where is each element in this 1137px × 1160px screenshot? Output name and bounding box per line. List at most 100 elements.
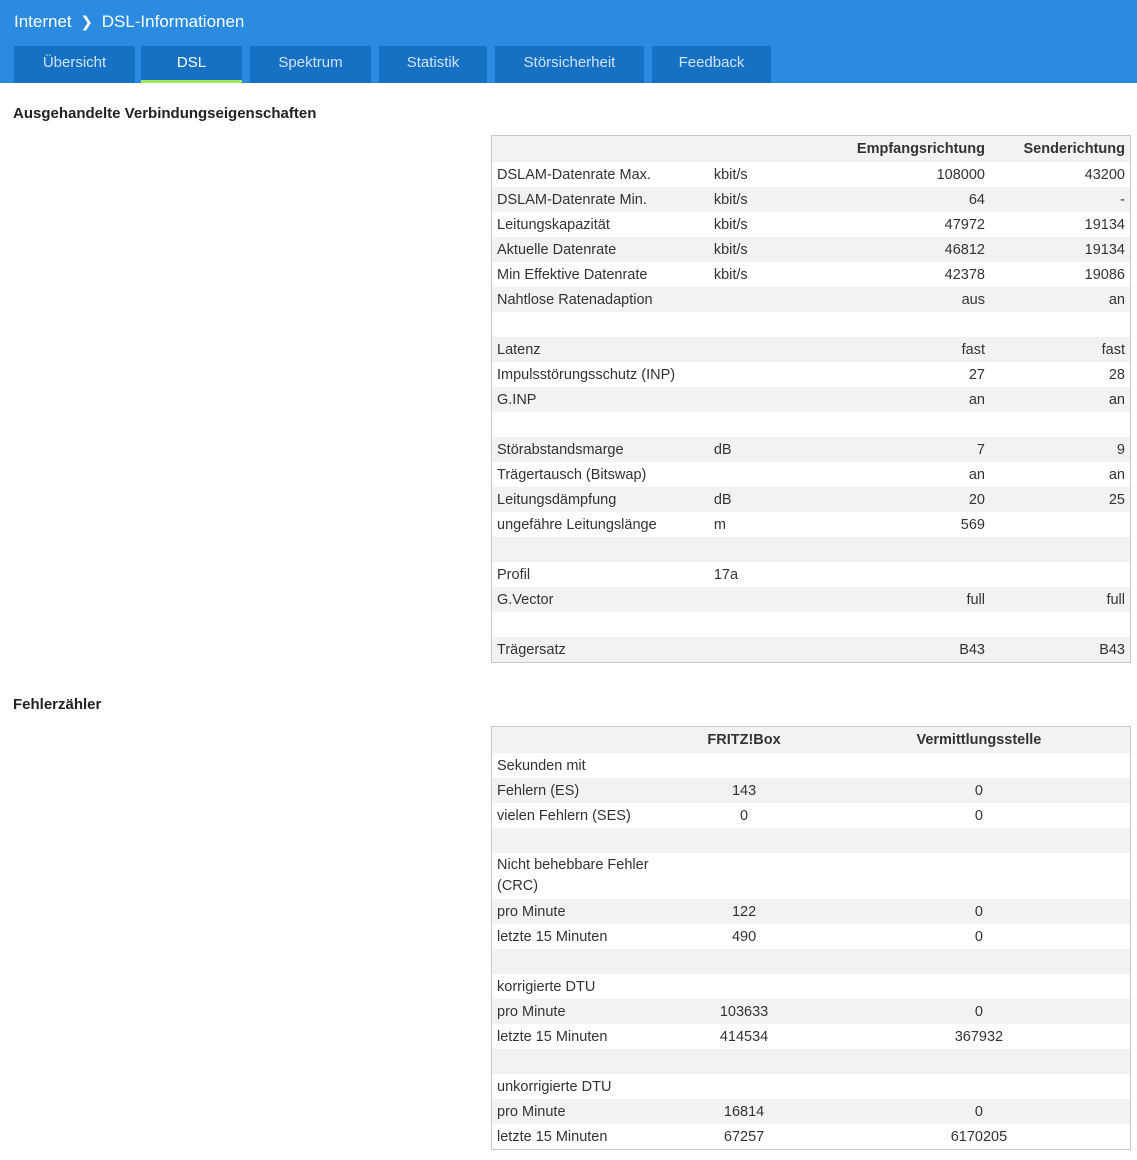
connection-properties-table: Empfangsrichtung Senderichtung DSLAM-Dat… xyxy=(491,135,1131,663)
table-row: letzte 15 Minuten 490 0 xyxy=(491,924,1131,949)
breadcrumb-current: DSL-Informationen xyxy=(101,12,245,31)
row-label: Nahtlose Ratenadaption xyxy=(491,287,709,312)
row-value-send: - xyxy=(990,187,1131,212)
header-bar: Internet ❯ DSL-Informationen Übersicht D… xyxy=(0,0,1137,83)
row-label: pro Minute xyxy=(491,1099,661,1124)
table-row: Impulsstörungsschutz (INP) 27 28 xyxy=(491,362,1131,387)
section-title-error-counters: Fehlerzähler xyxy=(13,696,102,713)
tab-statistik[interactable]: Statistik xyxy=(379,46,487,83)
row-value-send: B43 xyxy=(990,637,1131,663)
table-row: vielen Fehlern (SES) 0 0 xyxy=(491,803,1131,828)
breadcrumb-root[interactable]: Internet xyxy=(14,12,72,31)
table-row: Leitungsdämpfung dB 20 25 xyxy=(491,487,1131,512)
row-value-exchange: 0 xyxy=(827,924,1131,949)
row-label: Latenz xyxy=(491,337,709,362)
row-unit xyxy=(708,637,804,663)
row-unit: kbit/s xyxy=(708,212,804,237)
row-label xyxy=(491,312,709,337)
table-row: Nahtlose Ratenadaption aus an xyxy=(491,287,1131,312)
table-row: Trägersatz B43 B43 xyxy=(491,637,1131,663)
table-row: Min Effektive Datenrate kbit/s 42378 19086 xyxy=(491,262,1131,287)
row-label xyxy=(491,949,661,974)
table-row: unkorrigierte DTU xyxy=(491,1074,1131,1099)
row-value-exchange: 6170205 xyxy=(827,1124,1131,1150)
row-label: korrigierte DTU xyxy=(491,974,661,999)
row-unit: kbit/s xyxy=(708,262,804,287)
row-unit xyxy=(708,362,804,387)
table-row: Latenz fast fast xyxy=(491,337,1131,362)
row-value-receive xyxy=(803,562,990,587)
row-value-fritzbox xyxy=(660,828,828,853)
row-value-exchange: 0 xyxy=(827,999,1131,1024)
row-value-exchange: 0 xyxy=(827,899,1131,924)
row-label: Fehlern (ES) xyxy=(491,778,661,803)
row-value-fritzbox xyxy=(660,1074,828,1099)
row-label: pro Minute xyxy=(491,999,661,1024)
row-value-receive: 46812 xyxy=(803,237,990,262)
row-value-exchange: 367932 xyxy=(827,1024,1131,1049)
row-unit: kbit/s xyxy=(708,237,804,262)
chevron-right-icon: ❯ xyxy=(80,14,93,31)
row-value-receive: 569 xyxy=(803,512,990,537)
row-label: G.Vector xyxy=(491,587,709,612)
connection-properties-body: DSLAM-Datenrate Max. kbit/s 108000 43200 DSL… xyxy=(491,162,1131,663)
row-value-fritzbox xyxy=(660,853,828,899)
table-row: DSLAM-Datenrate Min. kbit/s 64- xyxy=(491,187,1131,212)
row-value-exchange xyxy=(827,1074,1131,1099)
row-value-receive xyxy=(803,612,990,637)
row-value-fritzbox xyxy=(660,974,828,999)
tab-feedback[interactable]: Feedback xyxy=(652,46,771,83)
row-value-send: 43200 xyxy=(990,162,1131,187)
row-unit: kbit/s xyxy=(708,187,804,212)
tab-stoersicherheit[interactable]: Störsicherheit xyxy=(495,46,644,83)
tab-uebersicht[interactable]: Übersicht xyxy=(14,46,135,83)
row-unit xyxy=(708,287,804,312)
row-value-send: 19134 xyxy=(990,212,1131,237)
section-title-connection-properties: Ausgehandelte Verbindungseigenschaften xyxy=(13,105,317,122)
row-value-receive xyxy=(803,312,990,337)
row-label: Impulsstörungsschutz (INP) xyxy=(491,362,709,387)
table-row xyxy=(491,828,1131,853)
row-value-exchange xyxy=(827,853,1131,899)
row-unit: m xyxy=(708,512,804,537)
tab-spektrum[interactable]: Spektrum xyxy=(250,46,371,83)
row-value-fritzbox: 122 xyxy=(660,899,828,924)
row-value-receive: full xyxy=(803,587,990,612)
row-label xyxy=(491,828,661,853)
row-value-send: an xyxy=(990,462,1131,487)
table-row: korrigierte DTU xyxy=(491,974,1131,999)
row-label: G.INP xyxy=(491,387,709,412)
row-value-send xyxy=(990,537,1131,562)
table-row xyxy=(491,412,1131,437)
table-row: Fehlern (ES) 143 0 xyxy=(491,778,1131,803)
table-row: Trägertausch (Bitswap) an an xyxy=(491,462,1131,487)
table-row: Nicht behebbare Fehler (CRC) xyxy=(491,853,1131,899)
row-value-exchange: 0 xyxy=(827,1099,1131,1124)
table-row: G.Vector full full xyxy=(491,587,1131,612)
row-value-send: 19086 xyxy=(990,262,1131,287)
row-value-fritzbox: 143 xyxy=(660,778,828,803)
row-value-fritzbox: 67257 xyxy=(660,1124,828,1150)
row-value-exchange: 0 xyxy=(827,778,1131,803)
tab-dsl[interactable]: DSL xyxy=(141,46,242,83)
row-value-fritzbox: 490 xyxy=(660,924,828,949)
row-label: vielen Fehlern (SES) xyxy=(491,803,661,828)
row-label: Trägertausch (Bitswap) xyxy=(491,462,709,487)
row-value-send: 25 xyxy=(990,487,1131,512)
table-row: pro Minute 16814 0 xyxy=(491,1099,1131,1124)
row-label: pro Minute xyxy=(491,899,661,924)
row-value-exchange xyxy=(827,949,1131,974)
header-cell-exchange: Vermittlungsstelle xyxy=(827,726,1131,753)
row-label: Min Effektive Datenrate xyxy=(491,262,709,287)
row-label: letzte 15 Minuten xyxy=(491,1124,661,1150)
row-value-fritzbox: 103633 xyxy=(660,999,828,1024)
row-unit xyxy=(708,612,804,637)
table-row xyxy=(491,537,1131,562)
row-unit xyxy=(708,337,804,362)
row-value-receive: fast xyxy=(803,337,990,362)
row-value-fritzbox xyxy=(660,1049,828,1074)
row-label: Leitungsdämpfung xyxy=(491,487,709,512)
table-header-row: Empfangsrichtung Senderichtung xyxy=(491,135,1131,162)
table-row: Leitungskapazität kbit/s 47972 19134 xyxy=(491,212,1131,237)
row-label: unkorrigierte DTU xyxy=(491,1074,661,1099)
